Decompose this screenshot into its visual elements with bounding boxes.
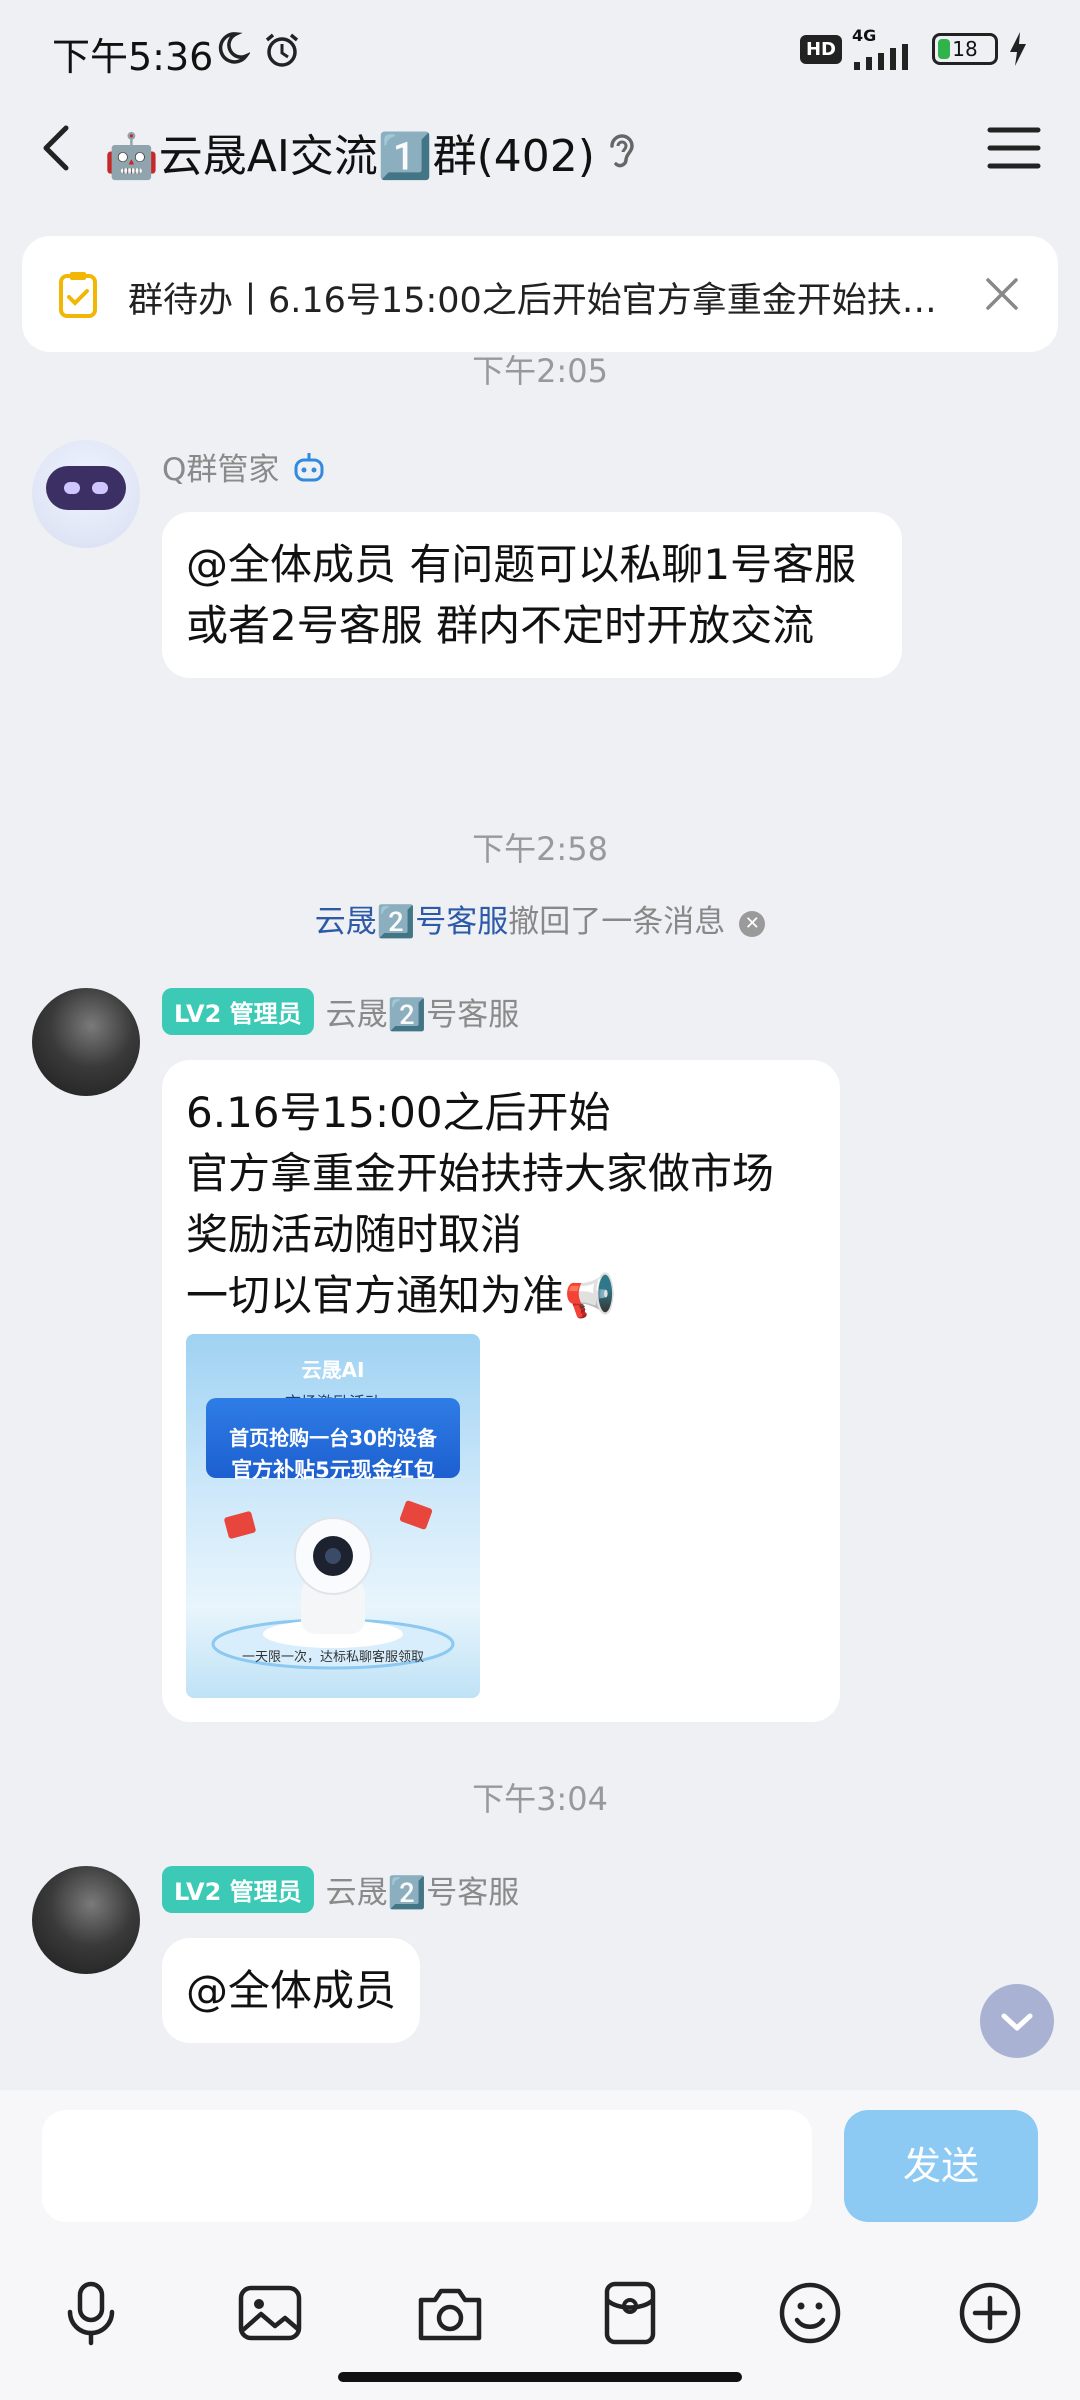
red-packet-icon[interactable] bbox=[595, 2278, 665, 2348]
robot-avatar-icon bbox=[46, 466, 126, 510]
composer-toolbar bbox=[0, 2250, 1080, 2360]
avatar[interactable] bbox=[32, 988, 140, 1096]
signal-icon: 4G bbox=[852, 28, 922, 70]
scroll-to-bottom-button[interactable] bbox=[980, 1984, 1054, 2058]
back-icon[interactable] bbox=[30, 118, 90, 178]
group-title[interactable]: 🤖云晟AI交流1️⃣群(402) bbox=[104, 120, 595, 184]
chat-header: 🤖云晟AI交流1️⃣群(402) bbox=[0, 100, 1080, 196]
status-right: HD 4G 18 bbox=[799, 28, 1028, 70]
recall-text: 撤回了一条消息 bbox=[508, 904, 726, 940]
sender-name[interactable]: 云晟2️⃣号客服 bbox=[326, 989, 520, 1034]
time-separator: 下午2:58 bbox=[472, 830, 608, 868]
promo-banner: 首页抢购一台30的设备 官方补贴5元现金红包 bbox=[206, 1398, 460, 1482]
camera-icon[interactable] bbox=[415, 2278, 485, 2348]
todo-icon bbox=[59, 272, 97, 318]
message-bubble[interactable]: @全体成员 有问题可以私聊1号客服或者2号客服 群内不定时开放交流 bbox=[162, 512, 902, 678]
group-todo-banner[interactable]: 群待办丨6.16号15:00之后开始官方拿重金开始扶… bbox=[22, 236, 1058, 352]
sender-name[interactable]: 云晟2️⃣号客服 bbox=[326, 1867, 520, 1912]
message-text: @全体成员 bbox=[186, 1966, 397, 2015]
message-text: @全体成员 有问题可以私聊1号客服或者2号客服 群内不定时开放交流 bbox=[186, 540, 857, 650]
hd-badge: HD bbox=[799, 34, 842, 64]
time-separator: 下午2:05 bbox=[472, 352, 608, 390]
alarm-icon bbox=[265, 33, 299, 67]
charging-icon bbox=[1010, 32, 1026, 66]
send-button[interactable]: 发送 bbox=[844, 2110, 1038, 2222]
close-icon[interactable] bbox=[982, 274, 1022, 314]
recall-notice: 云晟2️⃣号客服撤回了一条消息 ✕ bbox=[0, 896, 1080, 941]
avatar[interactable] bbox=[32, 1866, 140, 1974]
recall-sender[interactable]: 云晟2️⃣号客服 bbox=[315, 904, 509, 940]
message-line: 奖励活动随时取消 bbox=[186, 1210, 523, 1259]
ear-icon[interactable] bbox=[604, 128, 640, 172]
admin-badge: LV2 管理员 bbox=[162, 1866, 314, 1913]
composer: 发送 bbox=[0, 2090, 1080, 2400]
home-indicator bbox=[338, 2372, 742, 2382]
network-type: 4G bbox=[852, 26, 877, 45]
message-bubble[interactable]: @全体成员 bbox=[162, 1938, 421, 2043]
battery-level: 18 bbox=[952, 37, 978, 61]
image-icon[interactable] bbox=[235, 2278, 305, 2348]
sender-name-row: LV2 管理员 云晟2️⃣号客服 bbox=[162, 988, 519, 1035]
plus-icon[interactable] bbox=[955, 2278, 1025, 2348]
menu-icon[interactable] bbox=[986, 124, 1042, 172]
sender-name-row: LV2 管理员 云晟2️⃣号客服 bbox=[162, 1866, 519, 1913]
moon-icon bbox=[218, 32, 250, 64]
status-time: 下午5:36 bbox=[52, 35, 214, 79]
robot-icon bbox=[294, 452, 324, 481]
dismiss-icon[interactable]: ✕ bbox=[739, 910, 766, 937]
message-line: 6.16号15:00之后开始 bbox=[186, 1088, 611, 1137]
message-bubble[interactable]: 6.16号15:00之后开始 官方拿重金开始扶持大家做市场 奖励活动随时取消 一… bbox=[162, 1060, 840, 1722]
battery-icon: 18 bbox=[932, 33, 998, 65]
message-line: 一切以官方通知为准📢 bbox=[186, 1271, 617, 1320]
mic-icon[interactable] bbox=[56, 2278, 126, 2348]
promo-image[interactable]: 云晟AI 市场激励活动 首页抢购一台30的设备 官方补贴5元现金红包 一天限一次… bbox=[186, 1334, 480, 1698]
sender-name-row: Q群管家 bbox=[162, 444, 327, 489]
time-separator: 下午3:04 bbox=[472, 1780, 608, 1818]
todo-text: 群待办丨6.16号15:00之后开始官方拿重金开始扶… bbox=[128, 281, 937, 321]
promo-footnote: 一天限一次，达标私聊客服领取 bbox=[241, 1650, 424, 1665]
message-line: 官方拿重金开始扶持大家做市场 bbox=[186, 1149, 775, 1198]
status-icons bbox=[214, 30, 302, 70]
message-input[interactable] bbox=[42, 2110, 812, 2222]
chevron-down-icon bbox=[1001, 2013, 1033, 2031]
emoji-icon[interactable] bbox=[775, 2278, 845, 2348]
avatar[interactable] bbox=[32, 440, 140, 548]
status-bar: 下午5:36 HD 4G 18 bbox=[0, 0, 1080, 100]
admin-badge: LV2 管理员 bbox=[162, 988, 314, 1035]
sender-name[interactable]: Q群管家 bbox=[162, 444, 279, 489]
